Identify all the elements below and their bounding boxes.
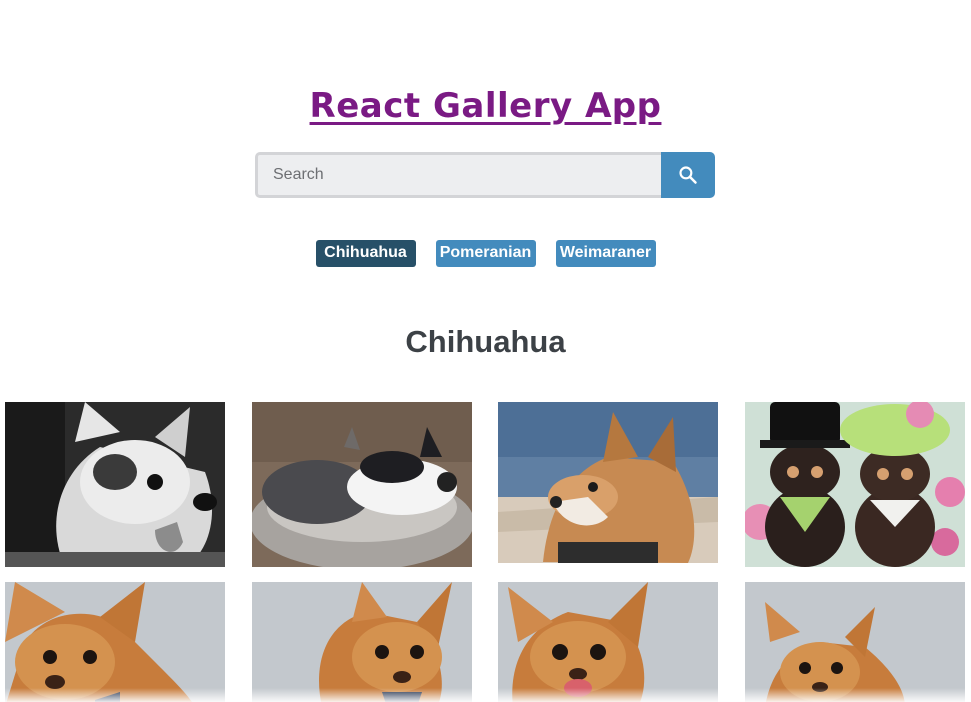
chihuahua-bowtie-photo <box>252 582 472 702</box>
results-title: Chihuahua <box>405 324 566 359</box>
nav-link-weimaraner[interactable]: Weimaraner <box>555 240 656 267</box>
photo-item[interactable] <box>498 402 718 563</box>
photo-item[interactable] <box>745 402 965 567</box>
chihuahua-licking-photo <box>498 582 718 702</box>
app-title[interactable]: React Gallery App <box>0 86 971 126</box>
search-input[interactable] <box>255 152 661 198</box>
chihuahua-bowtie-photo <box>5 582 225 702</box>
search-icon <box>679 166 697 184</box>
photo-item[interactable] <box>252 582 472 702</box>
search-form <box>255 152 715 198</box>
nav-link-pomeranian[interactable]: Pomeranian <box>435 240 536 267</box>
main-nav: Chihuahua Pomeranian Weimaraner <box>0 240 971 267</box>
two-dogs-in-hats-photo <box>745 402 965 567</box>
photo-item[interactable] <box>252 402 472 567</box>
search-button[interactable] <box>661 152 715 198</box>
photo-item[interactable] <box>5 582 225 702</box>
chihuahua-portrait-photo <box>745 582 965 702</box>
photo-item[interactable] <box>498 582 718 702</box>
photo-item[interactable] <box>5 402 225 567</box>
photo-item[interactable] <box>745 582 965 702</box>
bw-chihuahua-tongue-photo <box>5 402 225 567</box>
chihuahua-profile-beach-photo <box>498 402 718 563</box>
nav-link-chihuahua[interactable]: Chihuahua <box>315 240 416 267</box>
dogs-sleeping-in-bed-photo <box>252 402 472 567</box>
